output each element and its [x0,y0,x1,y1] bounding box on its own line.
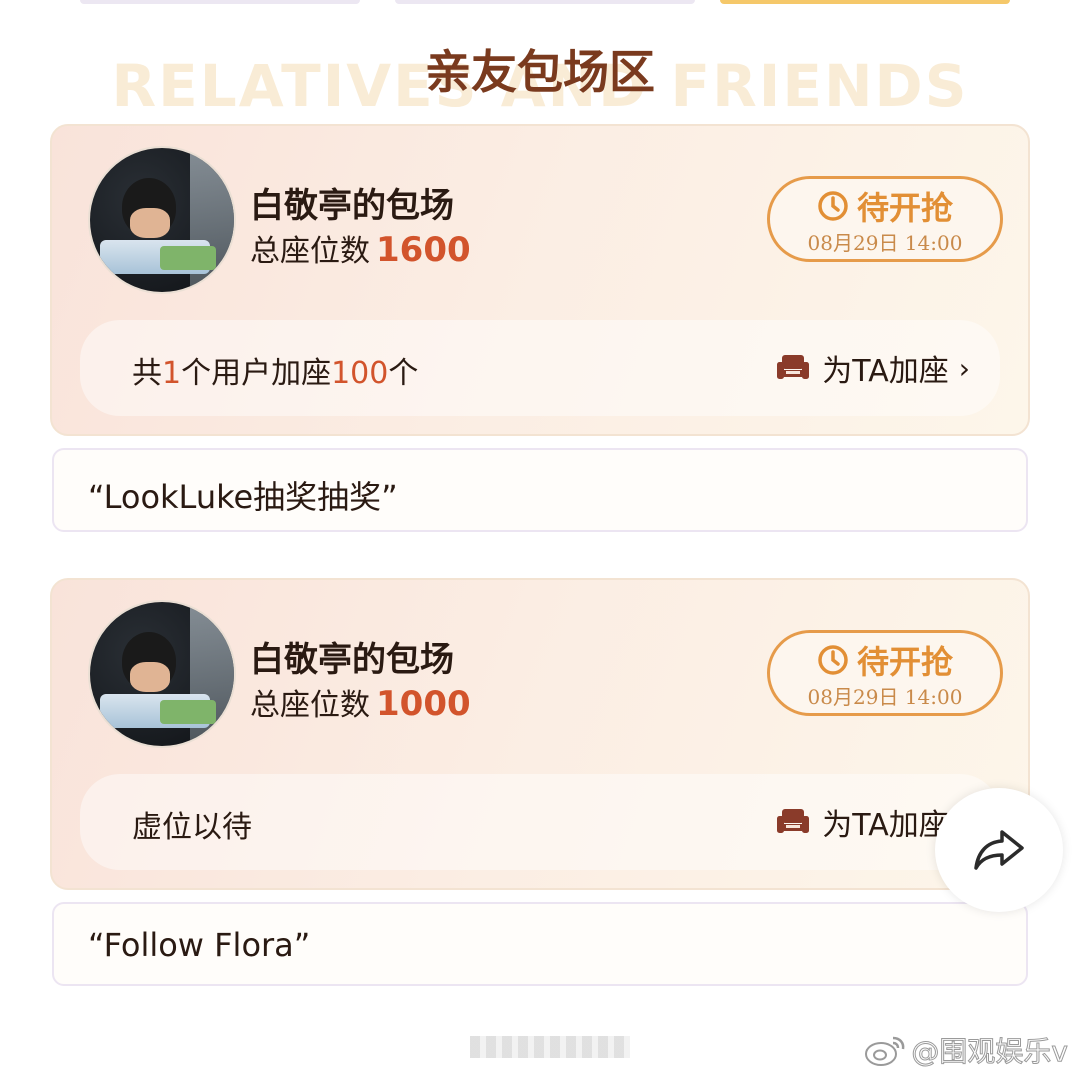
add-seat-button[interactable]: 为TA加座 › [776,346,970,390]
seat-count: 总座位数 1000 [250,680,471,724]
top-tab-3[interactable] [720,0,1010,4]
clock-icon [818,645,848,675]
section-header: RELATIVES AND FRIENDS 亲友包场区 [0,30,1080,120]
grab-status-button[interactable]: 待开抢 08月29日 14:00 [767,176,1003,262]
grab-status-label: 待开抢 [856,189,953,227]
seat-count-value: 1000 [376,684,471,724]
share-arrow-icon [974,830,1024,870]
booking-card[interactable]: 白敬亭的包场 总座位数 1600 待开抢 08月29日 14:00 共1个用户加座… [50,124,1030,436]
avatar[interactable] [90,602,234,746]
grab-status-button[interactable]: 待开抢 08月29日 14:00 [767,630,1003,716]
avatar[interactable] [90,148,234,292]
seat-add-row: 共1个用户加座100个 为TA加座 › [80,320,1000,416]
summary-suffix: 个 [388,356,419,391]
top-tab-1[interactable] [80,0,360,4]
obscured-text [470,1036,630,1058]
summary-mid: 个用户加座 [181,356,332,391]
seat-add-summary: 虚位以待 [132,810,252,845]
card-message: “LookLuke抽奖抽奖” [52,448,1028,532]
grab-time: 08月29日 14:00 [807,685,963,709]
weibo-logo-icon [865,1036,905,1066]
chevron-right-icon: › [958,351,970,385]
card-title: 白敬亭的包场 [250,640,454,680]
seat-count-label: 总座位数 [250,234,370,269]
top-tab-bar [0,0,1080,6]
add-seat-label: 为TA加座 [822,354,949,389]
clock-icon [818,191,848,221]
top-tab-2[interactable] [395,0,695,4]
summary-prefix: 共 [132,356,162,391]
watermark: @围观娱乐v [863,1030,1068,1070]
add-seat-label: 为TA加座 [822,808,949,843]
seat-count-label: 总座位数 [250,688,370,723]
share-button[interactable] [935,788,1063,912]
section-title: 亲友包场区 [425,45,655,99]
seat-add-row: 虚位以待 为TA加座 › [80,774,1000,870]
seat-count-value: 1600 [376,230,471,270]
booking-card[interactable]: 白敬亭的包场 总座位数 1000 待开抢 08月29日 14:00 虚位以待 为T… [50,578,1030,890]
grab-status-label: 待开抢 [856,643,953,681]
summary-seat-count: 100 [331,356,389,391]
seat-count: 总座位数 1600 [250,226,471,270]
sofa-icon [777,355,810,379]
summary-user-count: 1 [162,356,182,391]
card-message-text: “LookLuke抽奖抽奖” [88,478,398,516]
seat-add-summary: 共1个用户加座100个 [132,348,418,392]
watermark-text: @围观娱乐v [911,1035,1069,1069]
card-message-text: “Follow Flora” [88,926,311,964]
sofa-icon [777,809,810,833]
card-title: 白敬亭的包场 [250,186,454,226]
card-message: “Follow Flora” [52,902,1028,986]
grab-time: 08月29日 14:00 [807,231,963,255]
